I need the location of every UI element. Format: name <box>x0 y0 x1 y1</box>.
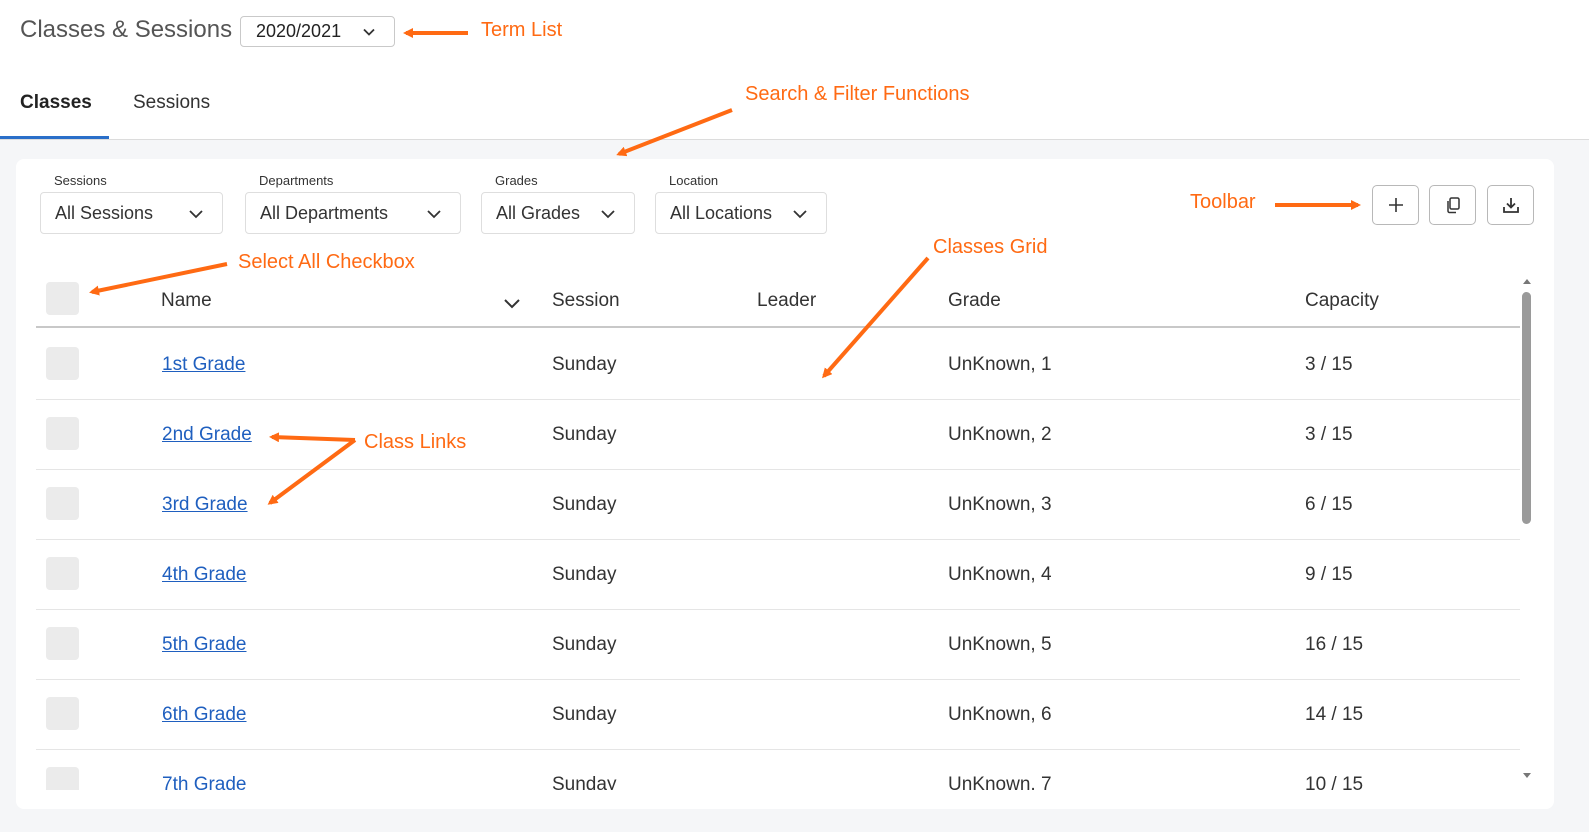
table-row: 2nd Grade Sunday UnKnown, 2 3 / 15 <box>36 400 1520 470</box>
classes-grid-annotation: Classes Grid <box>933 236 1048 258</box>
class-link[interactable]: 5th Grade <box>162 634 247 656</box>
chevron-down-icon[interactable] <box>503 294 521 312</box>
session-cell: Sunday <box>552 634 617 655</box>
column-header-leader[interactable]: Leader <box>757 290 816 312</box>
session-cell: Sunday <box>552 494 617 515</box>
grade-cell: UnKnown, 2 <box>948 424 1052 445</box>
capacity-cell: 9 / 15 <box>1305 564 1353 585</box>
class-link[interactable]: 1st Grade <box>162 354 245 376</box>
row-checkbox[interactable] <box>46 557 79 590</box>
table-row: 4th Grade Sunday UnKnown, 4 9 / 15 <box>36 540 1520 610</box>
row-checkbox[interactable] <box>46 487 79 520</box>
grid-header: Name Session Leader Grade Capacity <box>36 280 1520 328</box>
grade-cell: UnKnown, 1 <box>948 354 1052 375</box>
session-cell: Sunday <box>552 354 617 375</box>
class-link[interactable]: 7th Grade <box>162 774 247 790</box>
session-cell: Sunday <box>552 424 617 445</box>
capacity-cell: 6 / 15 <box>1305 494 1353 515</box>
capacity-cell: 16 / 15 <box>1305 634 1364 655</box>
table-row: 6th Grade Sunday UnKnown, 6 14 / 15 <box>36 680 1520 750</box>
toolbar-annotation: Toolbar <box>1190 191 1256 213</box>
grade-cell: UnKnown, 6 <box>948 704 1052 725</box>
column-header-grade[interactable]: Grade <box>948 290 1001 312</box>
scrollbar-thumb[interactable] <box>1522 292 1531 524</box>
grade-cell: UnKnown, 7 <box>948 774 1052 790</box>
search-filter-annotation: Search & Filter Functions <box>745 83 970 105</box>
column-header-capacity[interactable]: Capacity <box>1305 290 1379 312</box>
row-checkbox[interactable] <box>46 347 79 380</box>
table-row: 7th Grade Sunday UnKnown, 7 10 / 15 <box>36 750 1520 790</box>
grade-cell: UnKnown, 5 <box>948 634 1052 655</box>
scroll-up-arrow[interactable] <box>1521 276 1533 286</box>
class-link[interactable]: 4th Grade <box>162 564 247 586</box>
term-list-annotation: Term List <box>481 19 563 41</box>
row-checkbox[interactable] <box>46 417 79 450</box>
column-header-session[interactable]: Session <box>552 290 620 312</box>
table-row: 5th Grade Sunday UnKnown, 5 16 / 15 <box>36 610 1520 680</box>
column-header-name[interactable]: Name <box>161 290 212 312</box>
class-links-annotation: Class Links <box>364 431 467 453</box>
class-link[interactable]: 2nd Grade <box>162 424 252 446</box>
capacity-cell: 3 / 15 <box>1305 354 1353 375</box>
session-cell: Sunday <box>552 774 617 790</box>
capacity-cell: 10 / 15 <box>1305 774 1364 790</box>
table-row: 1st Grade Sunday UnKnown, 1 3 / 15 <box>36 330 1520 400</box>
session-cell: Sunday <box>552 704 617 725</box>
select-all-checkbox[interactable] <box>46 282 79 315</box>
session-cell: Sunday <box>552 564 617 585</box>
row-checkbox[interactable] <box>46 627 79 660</box>
capacity-cell: 14 / 15 <box>1305 704 1364 725</box>
scroll-down-arrow[interactable] <box>1521 771 1533 781</box>
classes-grid: Name Session Leader Grade Capacity 1st G… <box>0 0 1589 790</box>
class-link[interactable]: 6th Grade <box>162 704 247 726</box>
row-checkbox[interactable] <box>46 697 79 730</box>
capacity-cell: 3 / 15 <box>1305 424 1353 445</box>
table-row: 3rd Grade Sunday UnKnown, 3 6 / 15 <box>36 470 1520 540</box>
row-checkbox[interactable] <box>46 767 79 790</box>
class-link[interactable]: 3rd Grade <box>162 494 248 516</box>
select-all-annotation: Select All Checkbox <box>238 251 415 273</box>
grade-cell: UnKnown, 4 <box>948 564 1052 585</box>
grade-cell: UnKnown, 3 <box>948 494 1052 515</box>
